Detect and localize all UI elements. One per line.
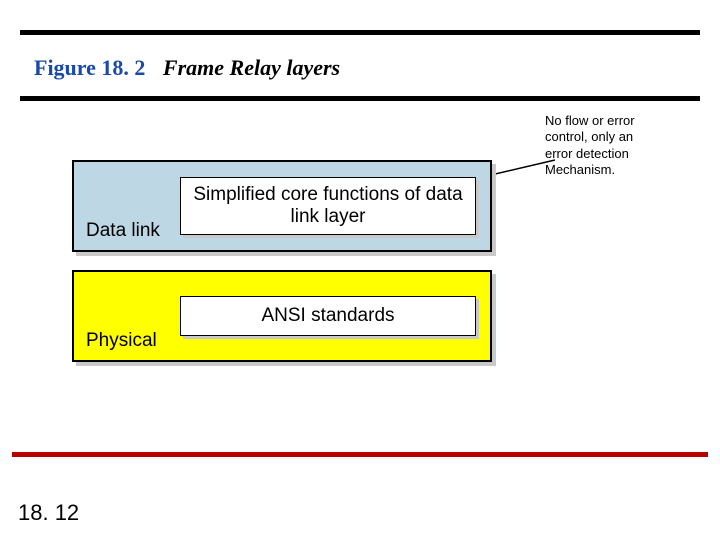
layer-datalink: Data link Simplified core functions of d… (72, 160, 492, 252)
annotation-note: No flow or error control, only an error … (540, 110, 711, 181)
annotation-line: error detection (545, 146, 710, 162)
layer-datalink-label: Data link (86, 220, 160, 242)
divider-top (20, 30, 700, 35)
annotation-line: Mechanism. (545, 162, 710, 178)
page-number: 18. 12 (18, 500, 79, 526)
annotation-line: No flow or error (545, 113, 710, 129)
layer-physical-label: Physical (86, 330, 157, 352)
figure-title: Frame Relay layers (151, 55, 340, 80)
layer-physical: Physical ANSI standards (72, 270, 492, 362)
annotation-line: control, only an (545, 129, 710, 145)
figure-number: Figure 18. 2 (34, 55, 145, 80)
divider-mid (20, 96, 700, 101)
slide-container: Figure 18. 2 Frame Relay layers No flow … (0, 0, 720, 540)
layer-datalink-inner: Simplified core functions of data link l… (180, 177, 476, 235)
divider-bottom (12, 452, 708, 457)
layer-physical-inner: ANSI standards (180, 296, 476, 336)
figure-caption: Figure 18. 2 Frame Relay layers (34, 55, 340, 81)
